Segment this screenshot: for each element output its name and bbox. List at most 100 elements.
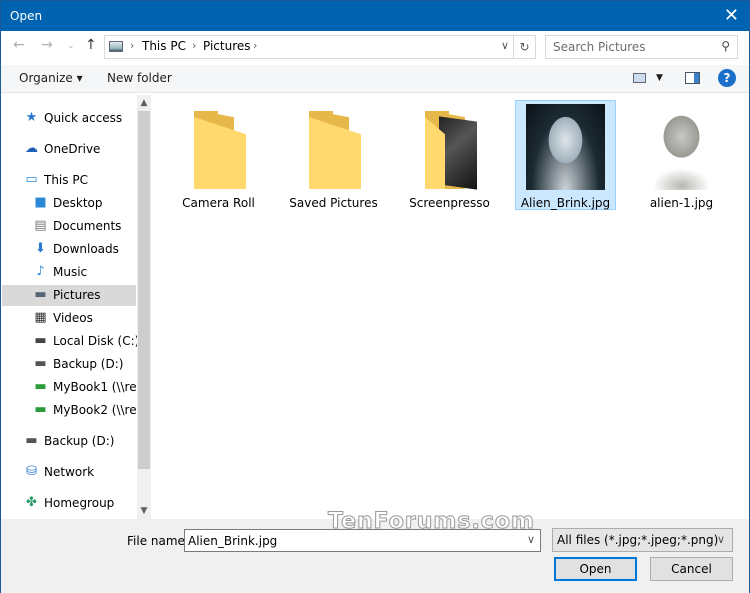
scroll-down-icon[interactable]: ▼ bbox=[137, 506, 151, 516]
scroll-up-icon[interactable]: ▲ bbox=[137, 98, 151, 108]
image-thumbnail bbox=[526, 104, 605, 190]
sidebar-item[interactable]: ♪ Music bbox=[2, 262, 136, 283]
scrollbar-thumb[interactable] bbox=[138, 111, 150, 469]
navigation-scrollbar[interactable]: ▲ ▼ bbox=[137, 95, 151, 519]
search-input[interactable]: Search Pictures ⚲ bbox=[545, 35, 738, 59]
file-name-value: Alien_Brink.jpg bbox=[188, 534, 278, 548]
sidebar-item-label: MyBook2 (\\read bbox=[53, 403, 137, 417]
sidebar-item-label: Music bbox=[53, 265, 88, 279]
sidebar-item-label: Backup (D:) bbox=[44, 434, 115, 448]
view-dropdown-icon[interactable]: ▼ bbox=[656, 73, 663, 83]
video-icon: ▦ bbox=[34, 310, 47, 325]
file-list: Camera Roll Saved Pictures Screenpresso Ali… bbox=[151, 95, 749, 519]
search-icon[interactable]: ⚲ bbox=[721, 39, 730, 53]
preview-pane-icon[interactable] bbox=[685, 72, 700, 84]
pictures-icon: ▬ bbox=[34, 287, 47, 302]
sidebar-item[interactable]: ▬ Backup (D:) bbox=[2, 354, 136, 375]
file-type-value: All files (*.jpg;*.jpeg;*.png) bbox=[557, 533, 719, 547]
sidebar-item[interactable]: ▦ Videos bbox=[2, 308, 136, 329]
file-name: Saved Pictures bbox=[289, 196, 378, 210]
sidebar-item-label: Documents bbox=[53, 219, 122, 233]
sidebar-item[interactable]: ▬ Pictures bbox=[2, 285, 136, 306]
desktop-icon: ■ bbox=[34, 195, 47, 210]
recent-locations-chevron-icon[interactable]: ⌄ bbox=[67, 41, 75, 51]
address-bar[interactable]: › This PC › Pictures › ∨ ↻ bbox=[104, 35, 536, 59]
folder-item[interactable]: Camera Roll bbox=[168, 100, 269, 210]
image-thumbnail bbox=[642, 104, 721, 190]
watermark: TenForums.com bbox=[328, 509, 535, 535]
cancel-button[interactable]: Cancel bbox=[650, 557, 733, 581]
network-drive-icon: ▬ bbox=[34, 379, 47, 394]
file-name: alien-1.jpg bbox=[649, 196, 714, 210]
sidebar-item[interactable]: ▭ This PC bbox=[2, 170, 136, 191]
file-item[interactable]: Alien_Brink.jpg bbox=[515, 100, 616, 210]
sidebar-item[interactable]: ▤ Documents bbox=[2, 216, 136, 237]
breadcrumb-separator: › bbox=[130, 39, 135, 52]
window-title: Open bbox=[10, 9, 43, 23]
sidebar-item-label: Desktop bbox=[53, 196, 103, 210]
breadcrumb-this-pc[interactable]: This PC bbox=[142, 39, 186, 53]
sidebar-item[interactable]: ▬ MyBook2 (\\read bbox=[2, 400, 137, 421]
file-name: Screenpresso bbox=[409, 196, 490, 210]
sidebar-item[interactable]: ▬ Backup (D:) bbox=[2, 431, 136, 452]
sidebar-item[interactable]: ▬ Local Disk (C:) bbox=[2, 331, 137, 352]
file-name: Alien_Brink.jpg bbox=[520, 196, 611, 210]
sidebar-item-label: Local Disk (C:) bbox=[53, 334, 137, 348]
new-folder-button[interactable]: New folder bbox=[107, 71, 172, 85]
organize-button[interactable]: Organize ▾ bbox=[19, 71, 83, 85]
star-icon: ★ bbox=[25, 110, 38, 125]
homegroup-icon: ✤ bbox=[26, 495, 37, 510]
sidebar-item-label: Backup (D:) bbox=[53, 357, 124, 371]
drive-icon: ▬ bbox=[25, 433, 38, 448]
breadcrumb-separator: › bbox=[253, 39, 258, 52]
folder-icon bbox=[194, 111, 246, 189]
file-item[interactable]: alien-1.jpg bbox=[631, 100, 732, 210]
file-name-label: File name: bbox=[127, 534, 189, 548]
drive-icon: ▬ bbox=[34, 356, 47, 371]
computer-icon: ▭ bbox=[25, 172, 38, 187]
open-dialog: Open ✕ ← → ⌄ ↑ › This PC › Pictures › ∨ … bbox=[0, 0, 750, 593]
breadcrumb-pictures[interactable]: Pictures bbox=[203, 39, 251, 53]
sidebar-item[interactable]: ✤ Homegroup bbox=[2, 493, 136, 514]
forward-arrow-icon[interactable]: → bbox=[41, 37, 53, 53]
music-icon: ♪ bbox=[36, 264, 45, 279]
sidebar-item[interactable]: ☁ OneDrive bbox=[2, 139, 136, 160]
sidebar-item[interactable]: ⛁ Network bbox=[2, 462, 136, 483]
navigation-pane: ★ Quick access ☁ OneDrive ▭ This PC ■ Desktop ▤ D… bbox=[2, 95, 137, 519]
sidebar-item-label: Network bbox=[44, 465, 95, 479]
refresh-icon[interactable]: ↻ bbox=[513, 36, 535, 58]
sidebar-item-label: MyBook1 (\\read bbox=[53, 380, 137, 394]
file-name: Camera Roll bbox=[182, 196, 255, 210]
chevron-down-icon: ∨ bbox=[716, 533, 725, 546]
back-arrow-icon[interactable]: ← bbox=[13, 37, 25, 53]
network-drive-icon: ▬ bbox=[34, 402, 47, 417]
cloud-icon: ☁ bbox=[25, 141, 38, 156]
up-arrow-icon[interactable]: ↑ bbox=[85, 37, 97, 53]
sidebar-item-label: Homegroup bbox=[44, 496, 115, 510]
chevron-down-icon[interactable]: ∨ bbox=[527, 533, 535, 546]
sidebar-item[interactable]: ■ Desktop bbox=[2, 193, 136, 214]
breadcrumb-separator: › bbox=[192, 39, 197, 52]
download-icon: ⬇ bbox=[35, 241, 46, 256]
sidebar-item-label: This PC bbox=[44, 173, 88, 187]
document-icon: ▤ bbox=[34, 218, 47, 233]
close-icon[interactable]: ✕ bbox=[724, 5, 739, 26]
search-placeholder: Search Pictures bbox=[553, 40, 646, 54]
toolbar: Organize ▾ New folder ▼ ? bbox=[1, 65, 749, 93]
folder-item[interactable]: Screenpresso bbox=[399, 100, 500, 210]
folder-item[interactable]: Saved Pictures bbox=[283, 100, 384, 210]
sidebar-item[interactable]: ⬇ Downloads bbox=[2, 239, 136, 260]
open-button[interactable]: Open bbox=[554, 557, 637, 581]
sidebar-item-label: Quick access bbox=[44, 111, 123, 125]
chevron-down-icon[interactable]: ∨ bbox=[501, 39, 509, 52]
sidebar-item-label: Videos bbox=[53, 311, 93, 325]
sidebar-item-label: Pictures bbox=[53, 288, 101, 302]
sidebar-item[interactable]: ★ Quick access bbox=[2, 108, 136, 129]
file-type-select[interactable]: All files (*.jpg;*.jpeg;*.png) ∨ bbox=[552, 528, 733, 552]
help-icon[interactable]: ? bbox=[718, 69, 736, 87]
title-bar: Open ✕ bbox=[1, 1, 749, 31]
view-icon[interactable] bbox=[633, 73, 646, 83]
folder-icon bbox=[425, 111, 477, 190]
sidebar-item-label: OneDrive bbox=[44, 142, 101, 156]
sidebar-item[interactable]: ▬ MyBook1 (\\read bbox=[2, 377, 137, 398]
